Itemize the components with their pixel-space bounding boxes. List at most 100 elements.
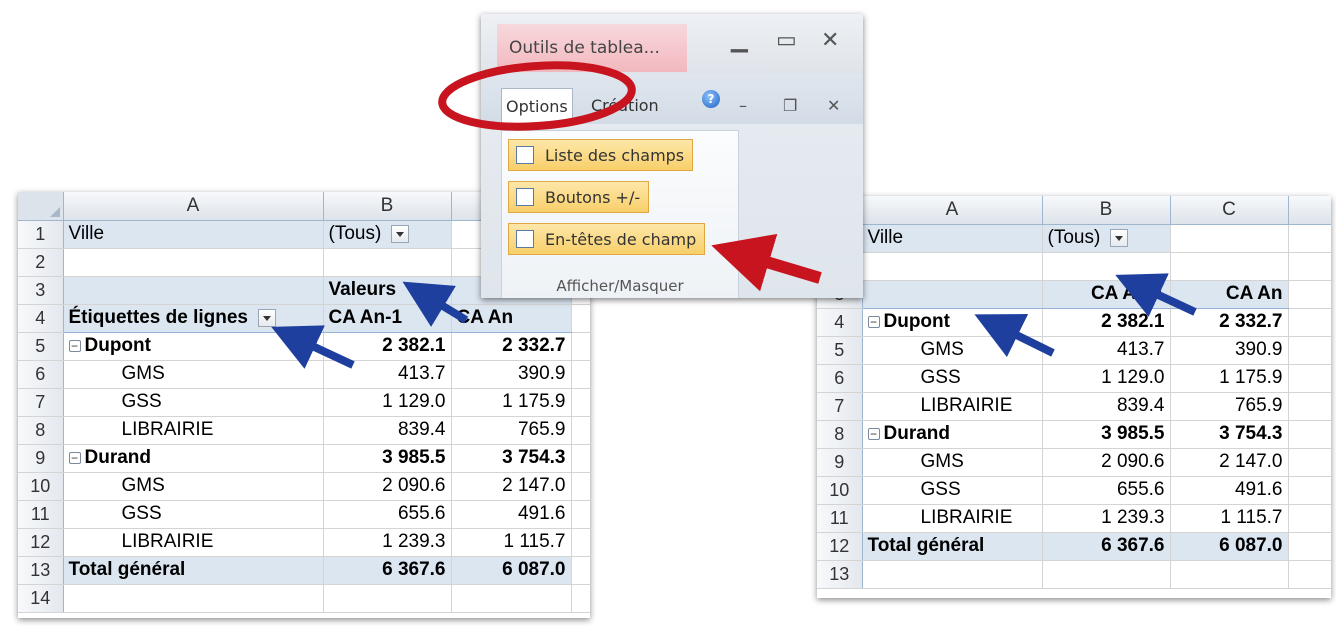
group-value[interactable]: 2 332.7 — [1170, 307, 1289, 337]
group-value[interactable]: 3 985.5 — [1042, 419, 1171, 449]
cell[interactable] — [1042, 560, 1171, 589]
row-number[interactable]: 1 — [18, 220, 64, 249]
collapse-icon[interactable]: − — [867, 315, 880, 328]
row-number[interactable]: 10 — [817, 476, 863, 505]
item-value[interactable]: 1 115.7 — [451, 528, 572, 557]
cell[interactable] — [1170, 560, 1289, 589]
group-value[interactable]: 2 332.7 — [451, 331, 572, 361]
close-icon[interactable]: ✕ — [821, 28, 839, 53]
tab-options[interactable]: Options — [501, 88, 573, 125]
group-value[interactable]: 2 382.1 — [323, 331, 452, 361]
cell[interactable] — [1170, 224, 1289, 253]
total-label[interactable]: Total général — [862, 531, 1043, 561]
cell[interactable] — [571, 388, 590, 417]
group-row-label[interactable]: − Dupont — [862, 307, 1043, 337]
row-number[interactable]: 12 — [817, 532, 863, 561]
cell[interactable] — [571, 360, 590, 389]
group-row-label[interactable]: − Durand — [63, 443, 324, 473]
item-label[interactable]: LIBRAIRIE — [862, 504, 1043, 533]
item-value[interactable]: 1 239.3 — [1042, 504, 1171, 533]
cell[interactable] — [63, 248, 324, 277]
collapse-icon[interactable]: − — [68, 339, 81, 352]
item-value[interactable]: 839.4 — [1042, 392, 1171, 421]
item-label[interactable]: GSS — [63, 500, 324, 529]
total-label[interactable]: Total général — [63, 555, 324, 585]
cell[interactable] — [862, 560, 1043, 589]
cell[interactable] — [1288, 336, 1331, 365]
item-value[interactable]: 491.6 — [1170, 476, 1289, 505]
collapse-icon[interactable]: − — [867, 427, 880, 440]
cell[interactable] — [323, 584, 452, 613]
item-value[interactable]: 1 175.9 — [1170, 364, 1289, 393]
tab-creation[interactable]: Création — [587, 88, 663, 124]
cell[interactable] — [1288, 448, 1331, 477]
minimize-icon[interactable]: ▁ — [731, 28, 748, 53]
col-header-a[interactable]: A — [63, 192, 324, 221]
collapse-icon[interactable]: − — [68, 451, 81, 464]
cell[interactable] — [571, 416, 590, 445]
col-header-c[interactable]: C — [1170, 196, 1289, 225]
filter-label[interactable]: Ville — [63, 220, 324, 249]
col-header-a[interactable]: A — [862, 196, 1043, 225]
group-value[interactable]: 3 754.3 — [451, 443, 572, 473]
item-label[interactable]: GMS — [63, 472, 324, 501]
cell[interactable] — [1288, 420, 1331, 449]
total-value[interactable]: 6 087.0 — [1170, 531, 1289, 561]
group-value[interactable]: 3 985.5 — [323, 443, 452, 473]
cell[interactable] — [571, 444, 590, 473]
row-number[interactable]: 8 — [817, 420, 863, 449]
plus-minus-buttons-button[interactable]: Boutons +/- — [508, 181, 650, 213]
item-label[interactable]: LIBRAIRIE — [862, 392, 1043, 421]
cell[interactable] — [1288, 308, 1331, 337]
value-col-header[interactable]: CA An — [451, 304, 572, 333]
row-number[interactable]: 13 — [18, 556, 64, 585]
values-header[interactable]: Valeurs — [323, 276, 452, 305]
group-row-label[interactable]: − Durand — [862, 419, 1043, 449]
item-value[interactable]: 413.7 — [323, 360, 452, 389]
value-col-header[interactable]: CA An-1 — [323, 304, 452, 333]
row-number[interactable]: 12 — [18, 528, 64, 557]
item-value[interactable]: 839.4 — [323, 416, 452, 445]
cell[interactable] — [1288, 364, 1331, 393]
row-number[interactable]: 9 — [18, 444, 64, 473]
item-value[interactable]: 2 090.6 — [1042, 448, 1171, 477]
row-number[interactable]: 11 — [18, 500, 64, 529]
item-value[interactable]: 1 115.7 — [1170, 504, 1289, 533]
item-label[interactable]: LIBRAIRIE — [63, 528, 324, 557]
filter-dropdown-icon[interactable] — [1110, 228, 1129, 247]
item-value[interactable]: 1 129.0 — [323, 388, 452, 417]
cell[interactable] — [1042, 252, 1171, 281]
cell[interactable] — [862, 252, 1043, 281]
row-number[interactable]: 3 — [18, 276, 64, 305]
cell[interactable] — [571, 556, 590, 585]
row-number[interactable]: 8 — [18, 416, 64, 445]
item-label[interactable]: GMS — [63, 360, 324, 389]
cell[interactable] — [571, 472, 590, 501]
context-tab-title[interactable]: Outils de tablea... — [497, 24, 687, 72]
group-value[interactable]: 3 754.3 — [1170, 419, 1289, 449]
cell[interactable] — [1288, 280, 1331, 309]
item-label[interactable]: GMS — [862, 336, 1043, 365]
cell[interactable] — [1288, 476, 1331, 505]
item-value[interactable]: 2 147.0 — [451, 472, 572, 501]
row-number[interactable]: 7 — [18, 388, 64, 417]
item-value[interactable]: 1 175.9 — [451, 388, 572, 417]
item-label[interactable]: GMS — [862, 448, 1043, 477]
cell[interactable] — [1288, 252, 1331, 281]
row-number[interactable]: 6 — [817, 364, 863, 393]
item-value[interactable]: 1 239.3 — [323, 528, 452, 557]
item-value[interactable]: 2 147.0 — [1170, 448, 1289, 477]
select-all-corner[interactable] — [18, 192, 64, 221]
item-value[interactable]: 2 090.6 — [323, 472, 452, 501]
col-header-b[interactable]: B — [323, 192, 452, 221]
row-number[interactable]: 14 — [18, 584, 64, 613]
total-value[interactable]: 6 367.6 — [1042, 531, 1171, 561]
cell[interactable] — [1288, 224, 1331, 253]
row-number[interactable]: 11 — [817, 504, 863, 533]
item-value[interactable]: 655.6 — [323, 500, 452, 529]
filter-cell[interactable]: (Tous) — [323, 220, 452, 249]
cell[interactable] — [571, 304, 590, 333]
cell[interactable] — [571, 500, 590, 529]
item-label[interactable]: GSS — [862, 476, 1043, 505]
item-label[interactable]: GSS — [63, 388, 324, 417]
